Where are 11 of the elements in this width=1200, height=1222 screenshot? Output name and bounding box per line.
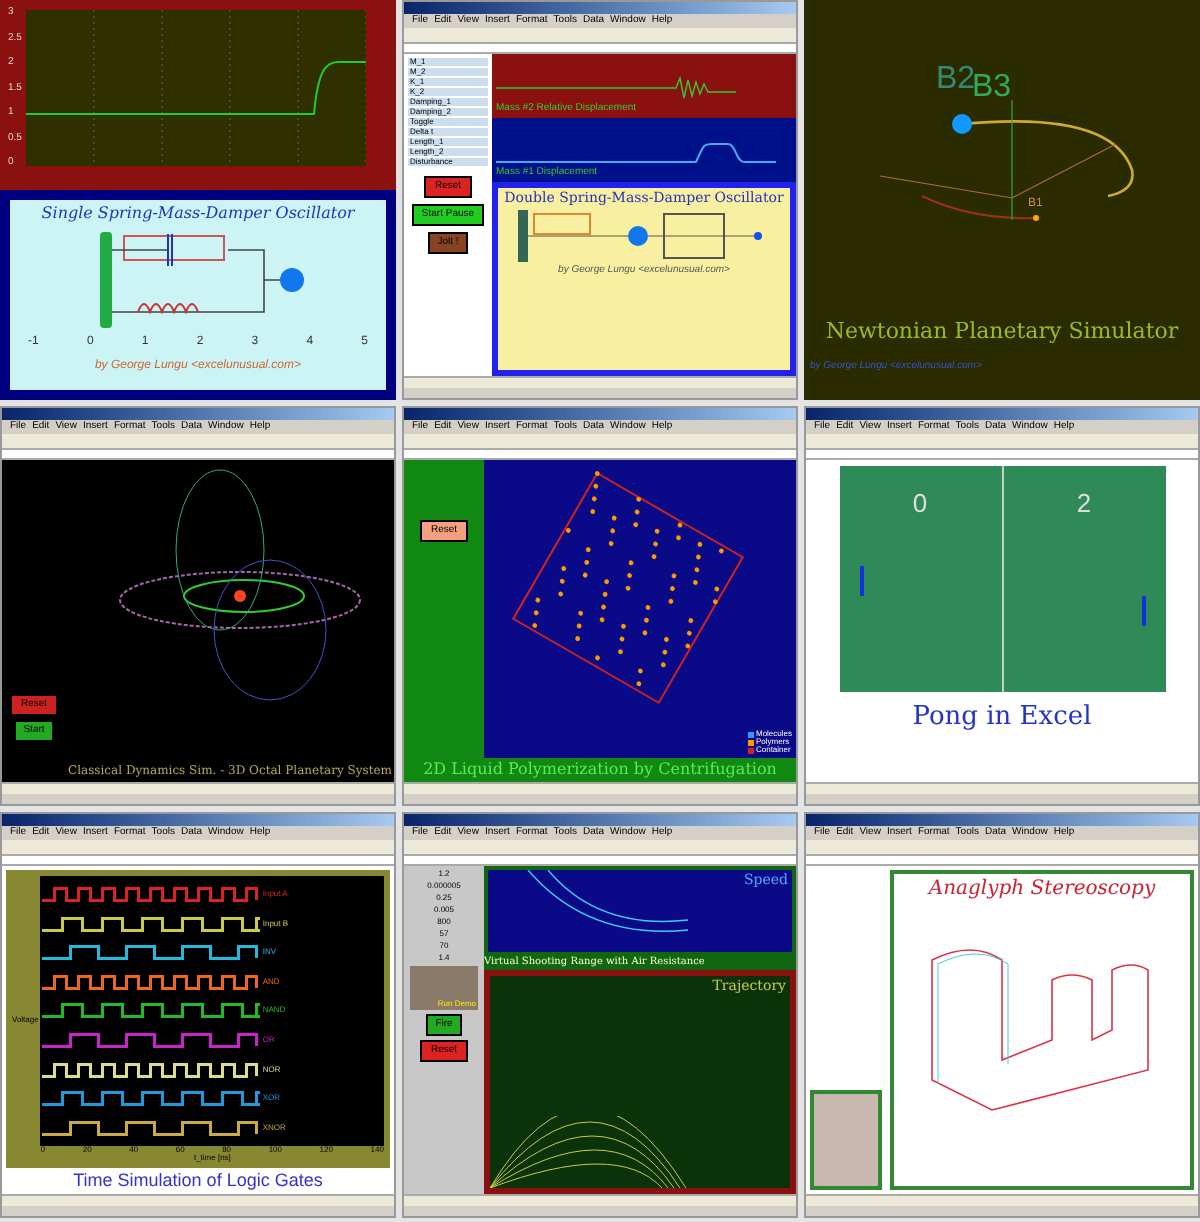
panel-title: Time Simulation of Logic Gates (71, 1172, 325, 1194)
body-label: B3 (972, 72, 1012, 104)
score: 2 (1076, 490, 1092, 522)
panel-title: Newtonian Planetary Simulator (825, 320, 1179, 342)
panel-title: 2D Liquid Polymerization by Centrifugation (421, 758, 779, 782)
panel-title: Single Spring-Mass-Damper Oscillator (41, 206, 355, 222)
body-label: B2 (936, 64, 976, 96)
score: 0 (912, 490, 928, 522)
panel-title: Anaglyph Stereoscopy (928, 880, 1156, 900)
panel-title: Pong in Excel (912, 704, 1092, 730)
photo-placeholder (810, 1090, 882, 1190)
